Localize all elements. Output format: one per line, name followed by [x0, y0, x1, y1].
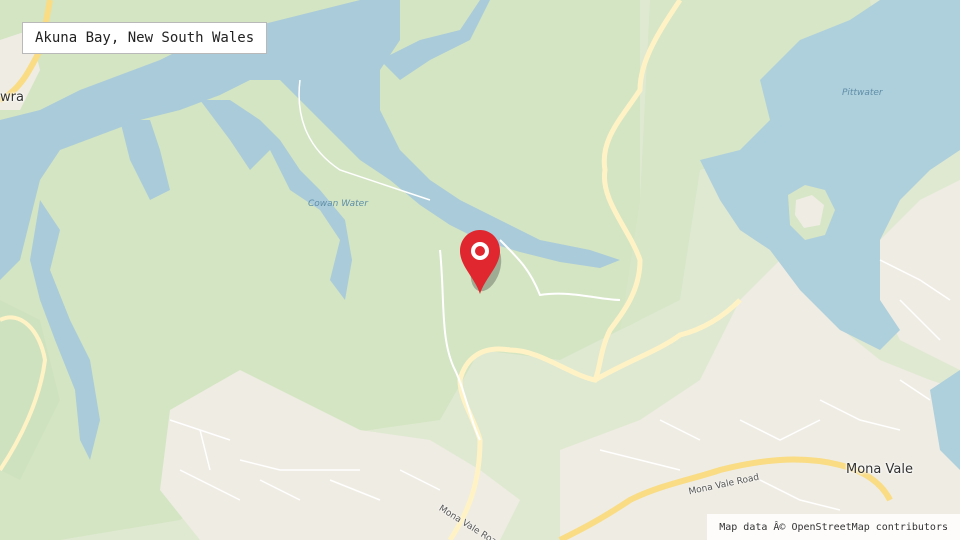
- map-canvas[interactable]: Cowan Water Pittwater Mona Vale wra Mona…: [0, 0, 960, 540]
- pittwater-label: Pittwater: [842, 88, 883, 98]
- map-pin-icon[interactable]: [457, 228, 507, 296]
- location-title: Akuna Bay, New South Wales: [22, 22, 268, 54]
- partial-town-label[interactable]: wra: [0, 90, 24, 105]
- cowan-water-label: Cowan Water: [308, 199, 368, 209]
- map-attribution[interactable]: Map data Â© OpenStreetMap contributors: [707, 514, 960, 540]
- mona-vale-label[interactable]: Mona Vale: [846, 462, 913, 477]
